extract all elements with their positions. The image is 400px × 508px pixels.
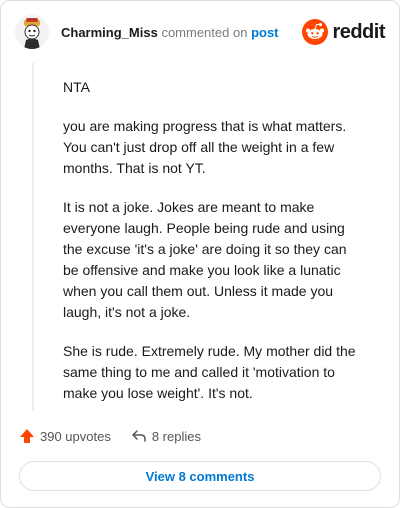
replies-count: 8 replies xyxy=(151,428,201,444)
thread-line[interactable] xyxy=(32,63,34,411)
comment-header: Charming_Miss commented on post reddit xyxy=(15,15,385,51)
reply-arrow-icon xyxy=(132,430,146,442)
upvote-arrow-icon xyxy=(20,429,34,443)
comment-actions: 390 upvotes 8 replies xyxy=(19,425,221,447)
commented-on-label: commented on xyxy=(161,25,248,40)
reddit-logo[interactable]: reddit xyxy=(302,19,385,45)
comment-paragraph: you are making progress that is what mat… xyxy=(63,118,347,176)
comment-paragraph: She is rude. Extremely rude. My mother d… xyxy=(63,343,356,401)
comment-card: Charming_Miss commented on post reddit N… xyxy=(0,0,400,508)
username-link[interactable]: Charming_Miss xyxy=(61,25,158,40)
post-link[interactable]: post xyxy=(251,25,278,40)
avatar-image xyxy=(15,15,49,49)
comment-paragraph: NTA xyxy=(63,79,90,95)
view-comments-button[interactable]: View 8 comments xyxy=(19,461,381,491)
avatar[interactable] xyxy=(15,15,49,49)
upvote-button[interactable]: 390 upvotes xyxy=(19,428,111,444)
reddit-logo-icon xyxy=(302,19,329,45)
comment-body: NTA you are making progress that is what… xyxy=(63,77,363,422)
upvote-count: 390 upvotes xyxy=(40,428,111,444)
reddit-wordmark: reddit xyxy=(332,20,385,43)
comment-paragraph: It is not a joke. Jokes are meant to mak… xyxy=(63,199,347,320)
comment-meta: Charming_Miss commented on post xyxy=(61,25,279,40)
replies-button[interactable]: 8 replies xyxy=(131,428,201,444)
